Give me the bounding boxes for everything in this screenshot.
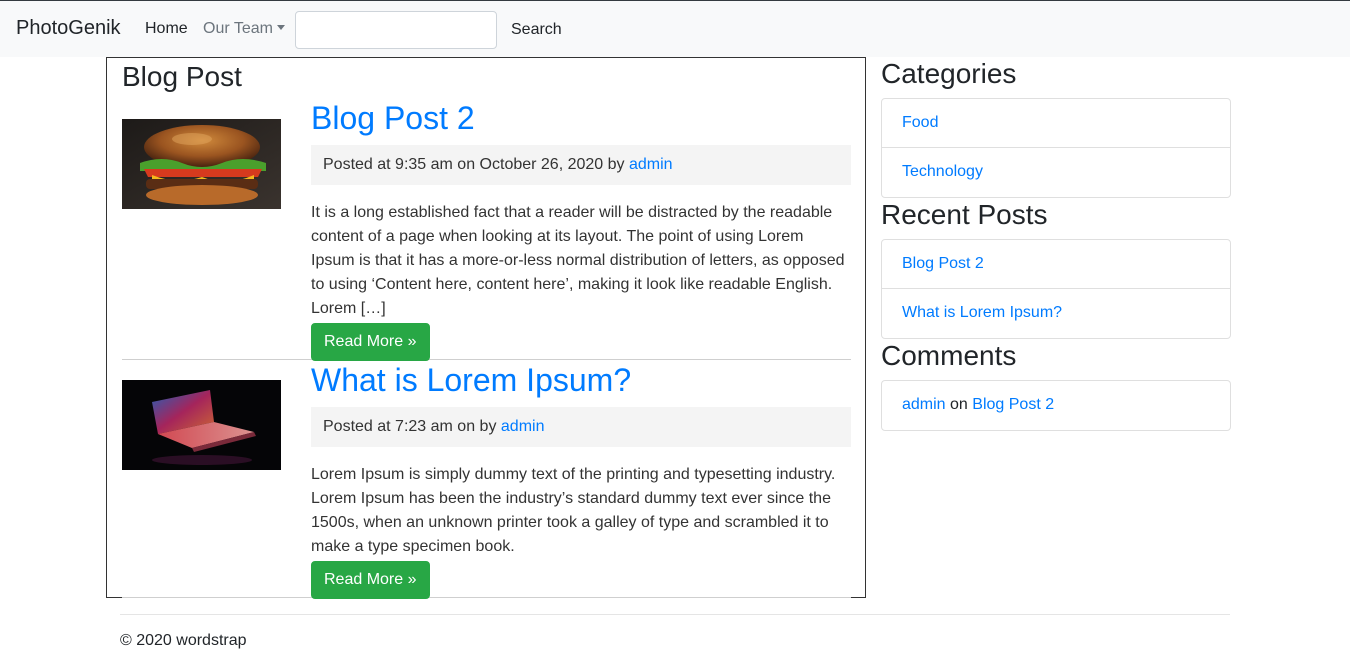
post-excerpt: It is a long established fact that a rea… <box>311 204 845 317</box>
caret-down-icon <box>276 25 285 30</box>
nav-home-link[interactable]: Home <box>145 20 188 38</box>
comment-on-text: on <box>950 396 968 413</box>
footer-divider <box>120 614 1230 615</box>
categories-list: Food Technology <box>881 98 1231 198</box>
recent-posts-title: Recent Posts <box>881 199 1048 230</box>
laptop-image <box>122 380 281 470</box>
comment-author-link[interactable]: admin <box>902 396 946 413</box>
comments-list: admin on Blog Post 2 <box>881 380 1231 431</box>
post-meta-text: Posted at 9:35 am on October 26, 2020 by <box>323 156 625 173</box>
post-item: What is Lorem Ipsum? Posted at 7:23 am o… <box>122 360 851 599</box>
list-item: What is Lorem Ipsum? <box>882 289 1230 338</box>
sidebar: Categories Food Technology Recent Posts … <box>881 57 1231 431</box>
nav-our-team-dropdown[interactable]: Our Team <box>203 20 285 38</box>
navbar: PhotoGenik Home Our Team Search <box>0 0 1350 57</box>
post-meta-text: Posted at 7:23 am on by <box>323 418 497 435</box>
list-item: Technology <box>882 148 1230 197</box>
list-item: admin on Blog Post 2 <box>882 381 1230 430</box>
recent-post-link[interactable]: Blog Post 2 <box>902 255 984 272</box>
recent-posts-list: Blog Post 2 What is Lorem Ipsum? <box>881 239 1231 339</box>
search-input[interactable] <box>295 11 497 49</box>
post-body: Blog Post 2 Posted at 9:35 am on October… <box>311 98 851 361</box>
laptop-photo[interactable] <box>122 380 281 470</box>
category-link-technology[interactable]: Technology <box>902 163 983 180</box>
post-author-link[interactable]: admin <box>629 156 673 173</box>
section-title: Blog Post <box>122 61 242 92</box>
read-more-button[interactable]: Read More » <box>311 323 430 361</box>
comments-title: Comments <box>881 340 1017 371</box>
nav-our-team-label: Our Team <box>203 20 273 37</box>
burger-photo[interactable] <box>122 119 281 209</box>
search-button[interactable]: Search <box>503 11 570 49</box>
post-excerpt: Lorem Ipsum is simply dummy text of the … <box>311 466 836 555</box>
post-meta: Posted at 9:35 am on October 26, 2020 by… <box>311 145 851 185</box>
burger-image <box>122 119 281 209</box>
footer-copyright: © 2020 wordstrap <box>120 632 247 649</box>
list-item: Blog Post 2 <box>882 240 1230 289</box>
post-body: What is Lorem Ipsum? Posted at 7:23 am o… <box>311 360 851 599</box>
recent-post-link[interactable]: What is Lorem Ipsum? <box>902 304 1062 321</box>
brand-link[interactable]: PhotoGenik <box>16 17 121 40</box>
post-author-link[interactable]: admin <box>501 418 545 435</box>
comment-post-link[interactable]: Blog Post 2 <box>972 396 1054 413</box>
post-title-link[interactable]: What is Lorem Ipsum? <box>311 360 851 400</box>
post-item: Blog Post 2 Posted at 9:35 am on October… <box>122 98 851 361</box>
post-title-link[interactable]: Blog Post 2 <box>311 98 851 138</box>
list-item: Food <box>882 99 1230 148</box>
read-more-button[interactable]: Read More » <box>311 561 430 599</box>
post-meta: Posted at 7:23 am on by admin <box>311 407 851 447</box>
blog-post-list: Blog Post Blog Post 2 Posted at 9:35 am … <box>106 57 866 599</box>
category-link-food[interactable]: Food <box>902 114 938 131</box>
categories-title: Categories <box>881 58 1017 89</box>
